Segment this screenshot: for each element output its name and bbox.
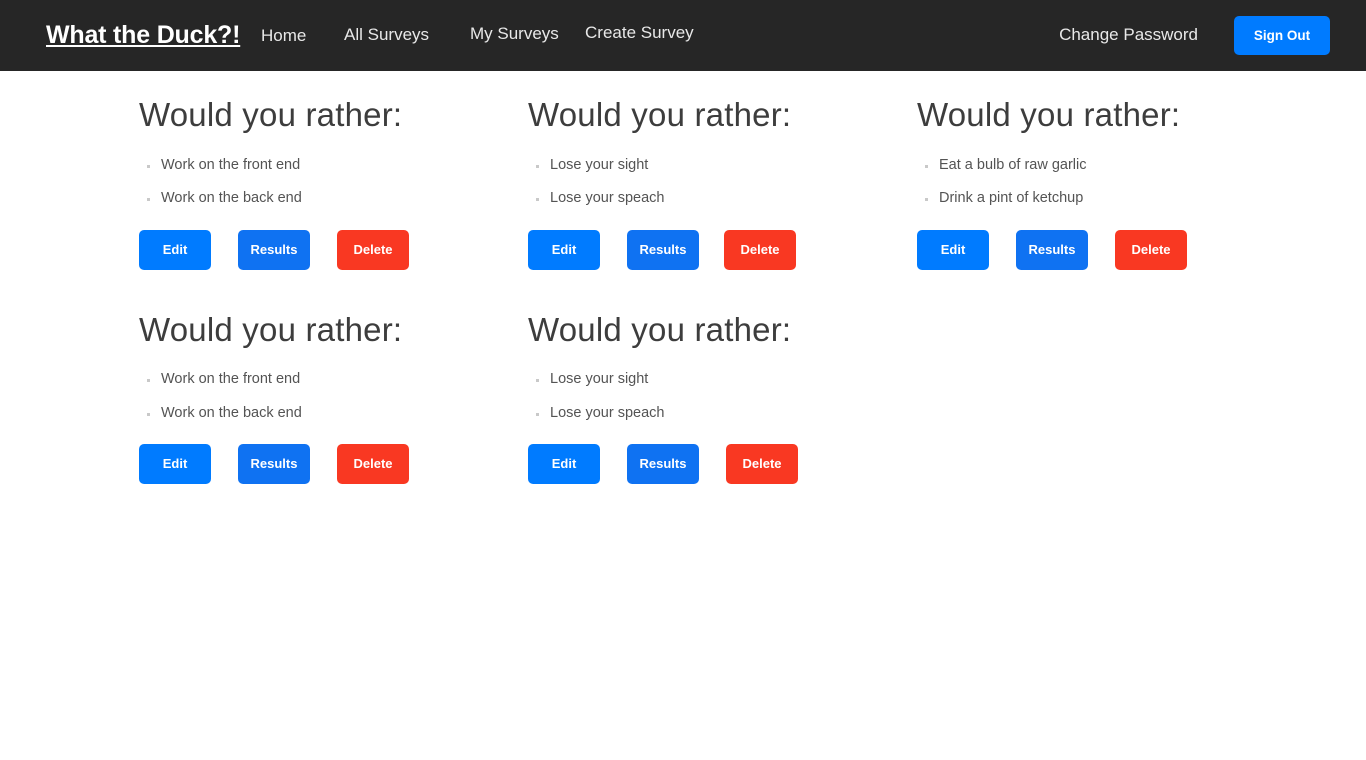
delete-button[interactable]: Delete bbox=[337, 444, 409, 485]
results-button[interactable]: Results bbox=[627, 229, 699, 270]
edit-button[interactable]: Edit bbox=[917, 229, 989, 270]
survey-actions: Edit Results Delete bbox=[139, 223, 528, 270]
sign-out-button[interactable]: Sign Out bbox=[1234, 16, 1330, 55]
survey-card: Would you rather: Eat a bulb of raw garl… bbox=[917, 95, 1306, 270]
survey-option: Work on the back end bbox=[139, 189, 528, 209]
survey-options: Work on the front end Work on the back e… bbox=[139, 135, 528, 209]
survey-title: Would you rather: bbox=[139, 96, 403, 133]
delete-button[interactable]: Delete bbox=[724, 229, 796, 270]
nav-link-create-survey[interactable]: Create Survey bbox=[585, 23, 694, 43]
survey-title: Would you rather: bbox=[528, 310, 792, 348]
survey-options: Lose your sight Lose your speach bbox=[528, 349, 917, 423]
survey-options: Eat a bulb of raw garlic Drink a pint of… bbox=[917, 135, 1306, 209]
survey-card: Would you rather: Lose your sight Lose y… bbox=[528, 95, 917, 270]
survey-options: Work on the front end Work on the back e… bbox=[139, 349, 528, 423]
edit-button[interactable]: Edit bbox=[528, 229, 600, 270]
delete-button[interactable]: Delete bbox=[337, 229, 409, 270]
nav-link-my-surveys[interactable]: My Surveys bbox=[470, 24, 559, 44]
delete-button[interactable]: Delete bbox=[726, 444, 798, 485]
top-navbar: What the Duck?! Home All Surveys My Surv… bbox=[0, 0, 1366, 71]
main-content: Would you rather: Work on the front end … bbox=[0, 71, 1366, 494]
brand-logo[interactable]: What the Duck?! bbox=[46, 21, 240, 50]
survey-option: Eat a bulb of raw garlic bbox=[917, 156, 1306, 176]
nav-link-home[interactable]: Home bbox=[261, 26, 306, 46]
survey-title: Would you rather: bbox=[528, 96, 792, 133]
survey-options: Lose your sight Lose your speach bbox=[528, 135, 917, 209]
results-button[interactable]: Results bbox=[1016, 229, 1088, 270]
edit-button[interactable]: Edit bbox=[528, 444, 600, 485]
survey-title: Would you rather: bbox=[139, 310, 403, 348]
survey-actions: Edit Results Delete bbox=[139, 437, 528, 485]
survey-card: Would you rather: Work on the front end … bbox=[139, 95, 528, 270]
nav-link-all-surveys[interactable]: All Surveys bbox=[344, 25, 429, 45]
survey-actions: Edit Results Delete bbox=[528, 223, 917, 270]
survey-option: Lose your sight bbox=[528, 156, 917, 176]
survey-card: Would you rather: Lose your sight Lose y… bbox=[528, 310, 917, 485]
change-password-link[interactable]: Change Password bbox=[1059, 25, 1198, 45]
edit-button[interactable]: Edit bbox=[139, 444, 211, 485]
survey-actions: Edit Results Delete bbox=[917, 223, 1306, 270]
survey-title: Would you rather: bbox=[917, 96, 1181, 133]
results-button[interactable]: Results bbox=[238, 229, 310, 270]
survey-actions: Edit Results Delete bbox=[528, 437, 917, 485]
survey-grid: Would you rather: Work on the front end … bbox=[0, 71, 1366, 494]
survey-option: Work on the front end bbox=[139, 370, 528, 390]
survey-card: Would you rather: Work on the front end … bbox=[139, 310, 528, 485]
survey-option: Lose your speach bbox=[528, 404, 917, 424]
survey-option: Work on the front end bbox=[139, 156, 528, 176]
grid-row-separator bbox=[139, 280, 1366, 310]
survey-option: Work on the back end bbox=[139, 404, 528, 424]
edit-button[interactable]: Edit bbox=[139, 229, 211, 270]
results-button[interactable]: Results bbox=[238, 444, 310, 485]
survey-option: Lose your sight bbox=[528, 370, 917, 390]
survey-option: Drink a pint of ketchup bbox=[917, 189, 1306, 209]
delete-button[interactable]: Delete bbox=[1115, 229, 1187, 270]
results-button[interactable]: Results bbox=[627, 444, 699, 485]
survey-option: Lose your speach bbox=[528, 189, 917, 209]
